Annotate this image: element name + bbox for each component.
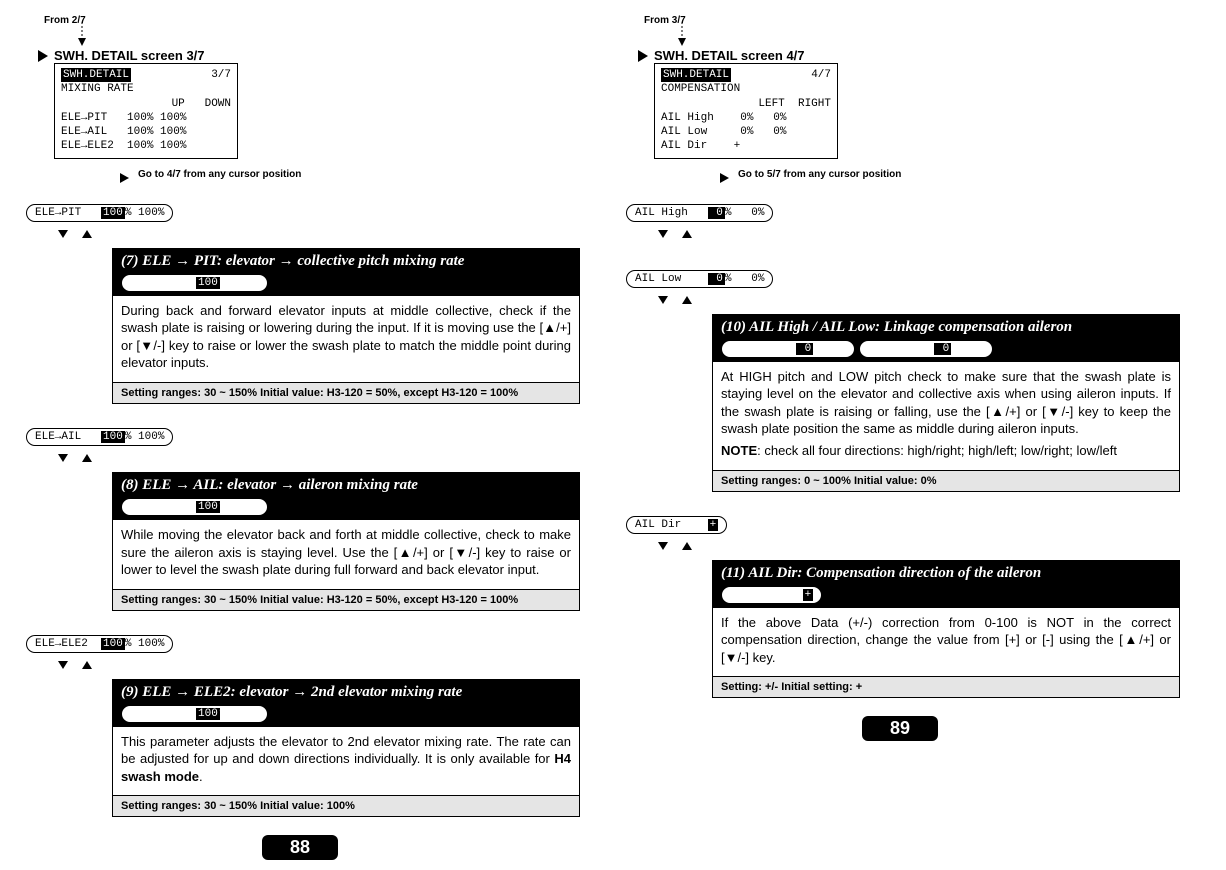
chip-ail-low: AIL Low 0% 0% (626, 270, 773, 288)
block-10: (10) AIL High / AIL Low: Linkage compens… (712, 314, 1180, 492)
page-number: 88 (262, 835, 338, 860)
chip-ele-ail: ELE→AIL 100% 100% (26, 428, 173, 446)
entry-arrow (76, 28, 580, 48)
chip-ele-ele2: ELE→ELE2 100% 100% (26, 635, 173, 653)
page-89: From 3/7 SWH. DETAIL screen 4/7 SWH.DETA… (620, 10, 1180, 860)
pointer-icon (638, 50, 648, 62)
lcd-screen-3-7: SWH.DETAIL3/7 MIXING RATE UP DOWN ELE→PI… (54, 63, 238, 159)
block-9: (9) ELE → ELE2: elevator → 2nd elevator … (112, 679, 580, 818)
goto-note: Go to 4/7 from any cursor position (138, 169, 580, 180)
screen-title: SWH. DETAIL screen 3/7 (54, 48, 205, 63)
page-number: 89 (862, 716, 938, 741)
pointer-icon (38, 50, 48, 62)
entry-arrow (676, 28, 1180, 48)
block-7: (7) ELE → PIT: elevator → collective pit… (112, 248, 580, 404)
chip-ele-pit: ELE→PIT 100% 100% (26, 204, 173, 222)
screen-title: SWH. DETAIL screen 4/7 (654, 48, 805, 63)
chip-ail-dir: AIL Dir + (626, 516, 727, 534)
lcd-screen-4-7: SWH.DETAIL4/7 COMPENSATION LEFT RIGHT AI… (654, 63, 838, 159)
goto-note: Go to 5/7 from any cursor position (738, 169, 1180, 180)
block-11: (11) AIL Dir: Compensation direction of … (712, 560, 1180, 699)
page-88: From 2/7 SWH. DETAIL screen 3/7 SWH.DETA… (20, 10, 580, 860)
chip-ail-high: AIL High 0% 0% (626, 204, 773, 222)
block-8: (8) ELE → AIL: elevator → aileron mixing… (112, 472, 580, 611)
